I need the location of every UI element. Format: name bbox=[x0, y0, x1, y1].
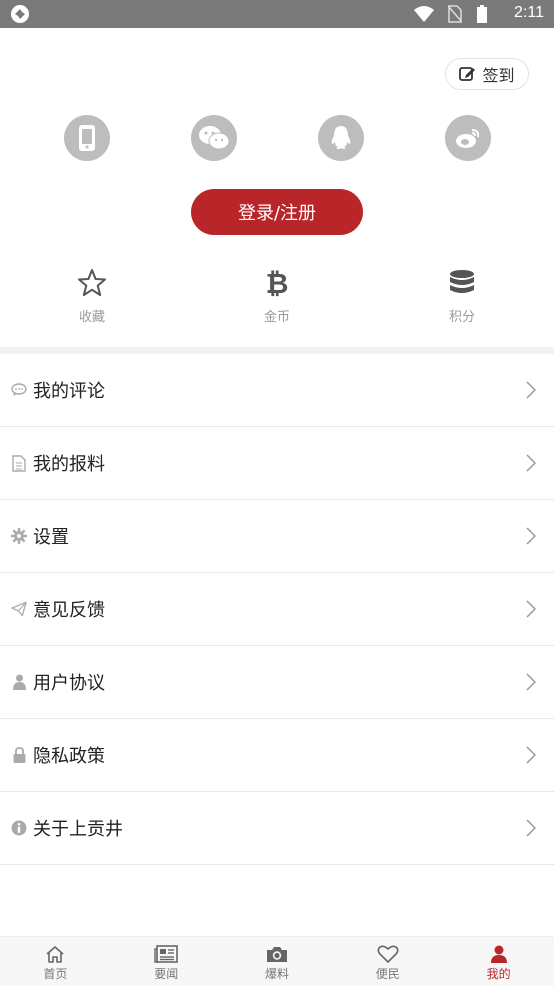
tab-label: 爆料 bbox=[264, 967, 289, 981]
tab-home[interactable]: 首页 bbox=[0, 937, 111, 986]
star-icon bbox=[78, 269, 106, 296]
tab-services[interactable]: 便民 bbox=[332, 937, 443, 986]
tab-mine[interactable]: 我的 bbox=[443, 937, 554, 986]
coins-stat[interactable]: ₿ 金币 bbox=[247, 267, 307, 325]
heart-icon bbox=[377, 945, 399, 963]
favorites-label: 收藏 bbox=[78, 310, 105, 325]
send-icon bbox=[11, 601, 27, 617]
status-bar: 2:11 bbox=[0, 0, 554, 28]
document-icon bbox=[12, 454, 26, 472]
menu-item-feedback[interactable]: 意见反馈 bbox=[0, 573, 554, 646]
chevron-right-icon bbox=[526, 454, 536, 472]
weibo-login-button[interactable] bbox=[445, 115, 491, 161]
edit-icon bbox=[459, 67, 476, 81]
status-time: 2:11 bbox=[514, 4, 544, 21]
wechat-icon bbox=[199, 126, 230, 150]
lock-icon bbox=[13, 747, 25, 763]
login-register-button[interactable]: 登录/注册 bbox=[191, 189, 363, 235]
tab-tipoff[interactable]: 爆料 bbox=[222, 937, 333, 986]
phone-icon bbox=[79, 125, 95, 151]
menu-item-label: 意见反馈 bbox=[33, 600, 105, 621]
gear-icon bbox=[11, 528, 27, 544]
menu-item-my-comments[interactable]: 我的评论 bbox=[0, 354, 554, 427]
wifi-icon bbox=[414, 6, 434, 22]
wechat-login-button[interactable] bbox=[191, 115, 237, 161]
bitcoin-icon: ₿ bbox=[266, 267, 289, 300]
chevron-right-icon bbox=[526, 746, 536, 764]
tab-label: 便民 bbox=[375, 967, 400, 981]
chevron-right-icon bbox=[526, 381, 536, 399]
signin-button[interactable]: 签到 bbox=[445, 58, 529, 90]
menu-item-label: 设置 bbox=[33, 527, 69, 548]
qq-login-button[interactable] bbox=[318, 115, 364, 161]
bottom-tab-bar: 首页 要闻 爆料 便民 我的 bbox=[0, 936, 554, 986]
menu-item-user-agreement[interactable]: 用户协议 bbox=[0, 646, 554, 719]
menu-item-label: 隐私政策 bbox=[33, 746, 105, 767]
menu-item-privacy-policy[interactable]: 隐私政策 bbox=[0, 719, 554, 792]
menu-item-label: 我的报料 bbox=[33, 454, 105, 475]
chevron-right-icon bbox=[526, 527, 536, 545]
tab-label: 我的 bbox=[486, 967, 511, 981]
home-icon bbox=[46, 946, 64, 963]
database-icon bbox=[450, 270, 474, 293]
person-icon bbox=[490, 945, 507, 963]
menu-item-label: 我的评论 bbox=[33, 381, 105, 402]
no-sim-icon bbox=[448, 5, 462, 23]
tab-label: 要闻 bbox=[154, 967, 179, 981]
chevron-right-icon bbox=[526, 819, 536, 837]
comment-icon bbox=[11, 383, 27, 396]
weibo-icon bbox=[456, 129, 480, 148]
menu-item-label: 关于上贡井 bbox=[33, 819, 123, 840]
coins-label: 金币 bbox=[263, 310, 290, 325]
svg-text:₿: ₿ bbox=[266, 268, 289, 298]
phone-login-button[interactable] bbox=[64, 115, 110, 161]
camera-icon bbox=[266, 947, 287, 962]
settings-menu: 我的评论 我的报料 设置 意见反馈 用户协议 隐私政策 关于上贡井 bbox=[0, 354, 554, 865]
menu-item-settings[interactable]: 设置 bbox=[0, 500, 554, 573]
newspaper-icon bbox=[154, 945, 178, 963]
chevron-right-icon bbox=[526, 673, 536, 691]
menu-item-label: 用户协议 bbox=[33, 673, 105, 694]
favorites-stat[interactable]: 收藏 bbox=[62, 268, 122, 325]
qq-icon bbox=[331, 126, 351, 149]
signin-label: 签到 bbox=[482, 66, 515, 85]
points-stat[interactable]: 积分 bbox=[432, 268, 492, 325]
points-label: 积分 bbox=[448, 310, 475, 325]
user-icon bbox=[12, 674, 26, 690]
tab-news[interactable]: 要闻 bbox=[111, 937, 222, 986]
tab-label: 首页 bbox=[43, 967, 68, 981]
info-icon bbox=[11, 820, 27, 836]
menu-item-my-reports[interactable]: 我的报料 bbox=[0, 427, 554, 500]
menu-item-about[interactable]: 关于上贡井 bbox=[0, 792, 554, 865]
section-divider bbox=[0, 347, 554, 354]
chevron-right-icon bbox=[526, 600, 536, 618]
battery-icon bbox=[477, 5, 487, 23]
app-logo-icon bbox=[11, 5, 29, 23]
